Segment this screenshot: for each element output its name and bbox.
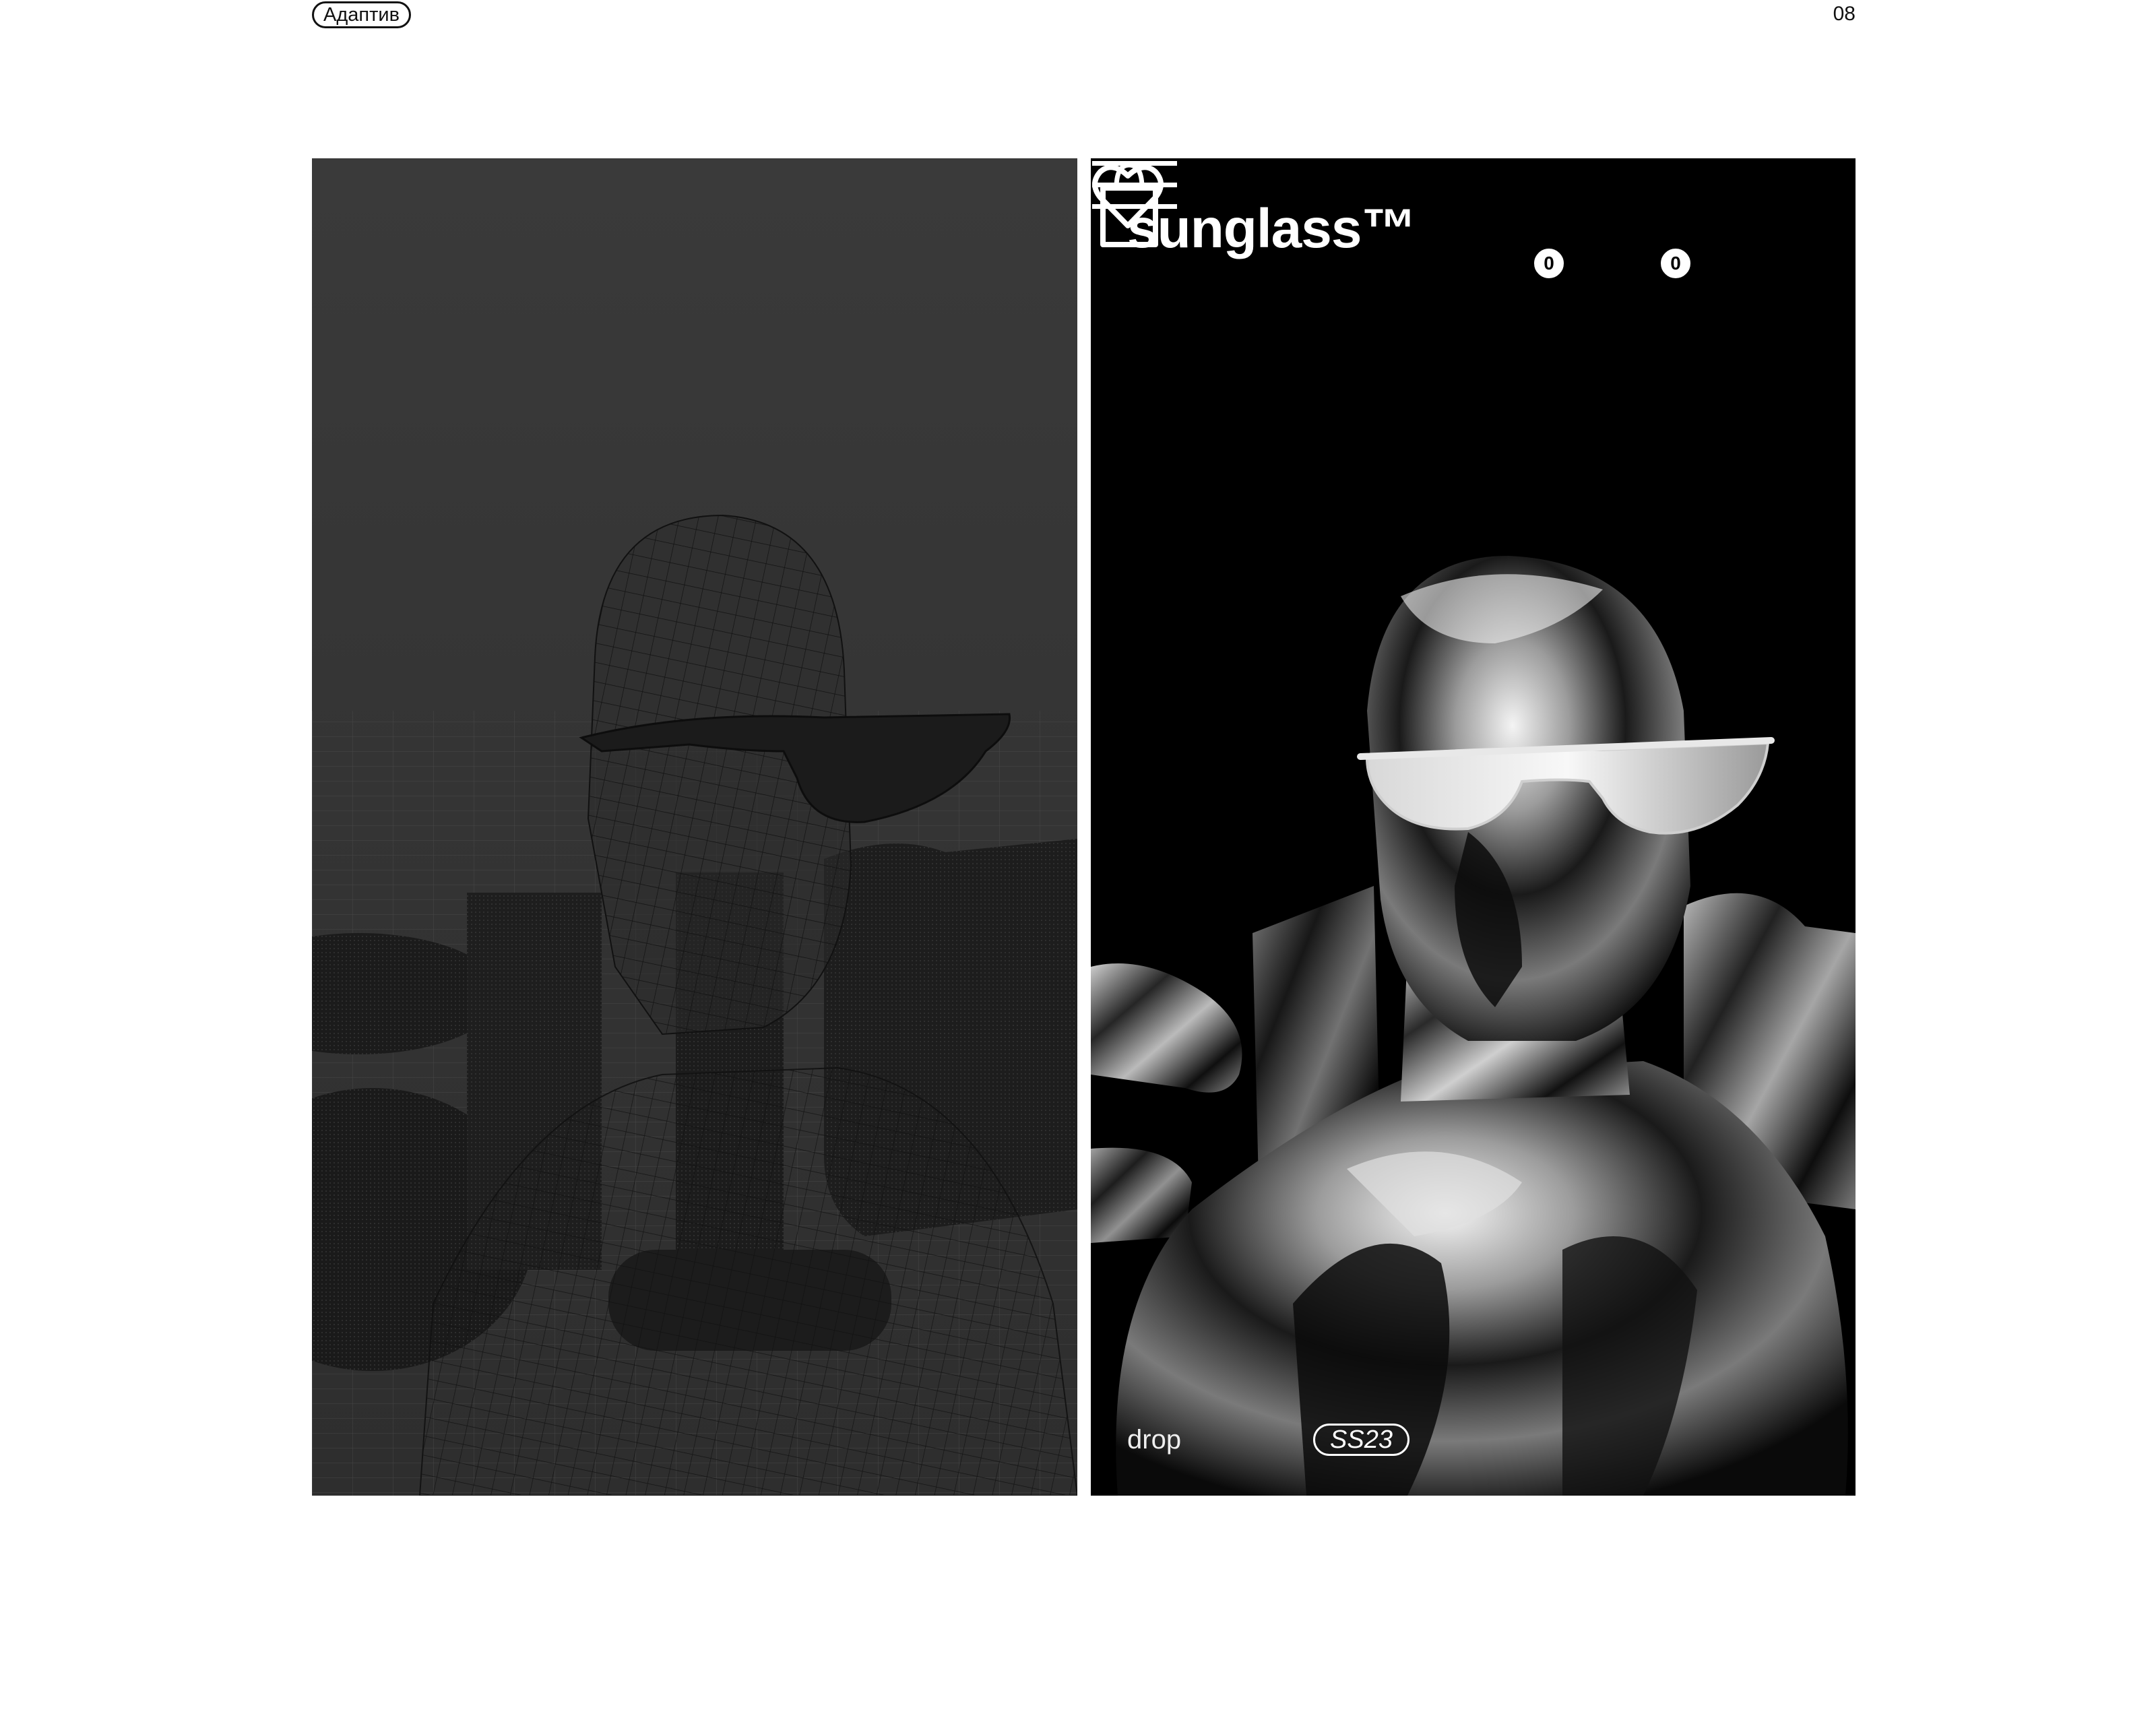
- cart-count-badge: 0: [1658, 246, 1693, 281]
- hamburger-menu-icon[interactable]: [1091, 158, 1178, 212]
- drop-label: drop: [1127, 1425, 1182, 1455]
- chrome-figure-image: [1091, 158, 1856, 1496]
- mobile-screen-mockup: sunglass™ 0 0 drop SS23: [1091, 158, 1856, 1496]
- wireframe-render-image: [312, 158, 1077, 1496]
- wireframe-render-panel: [312, 158, 1077, 1496]
- favorites-count-badge: 0: [1531, 246, 1566, 281]
- season-tag[interactable]: SS23: [1313, 1424, 1409, 1456]
- mobile-header: sunglass™ 0 0: [1091, 158, 1856, 300]
- page-number: 08: [1833, 3, 1856, 25]
- section-tag: Адаптив: [312, 1, 411, 28]
